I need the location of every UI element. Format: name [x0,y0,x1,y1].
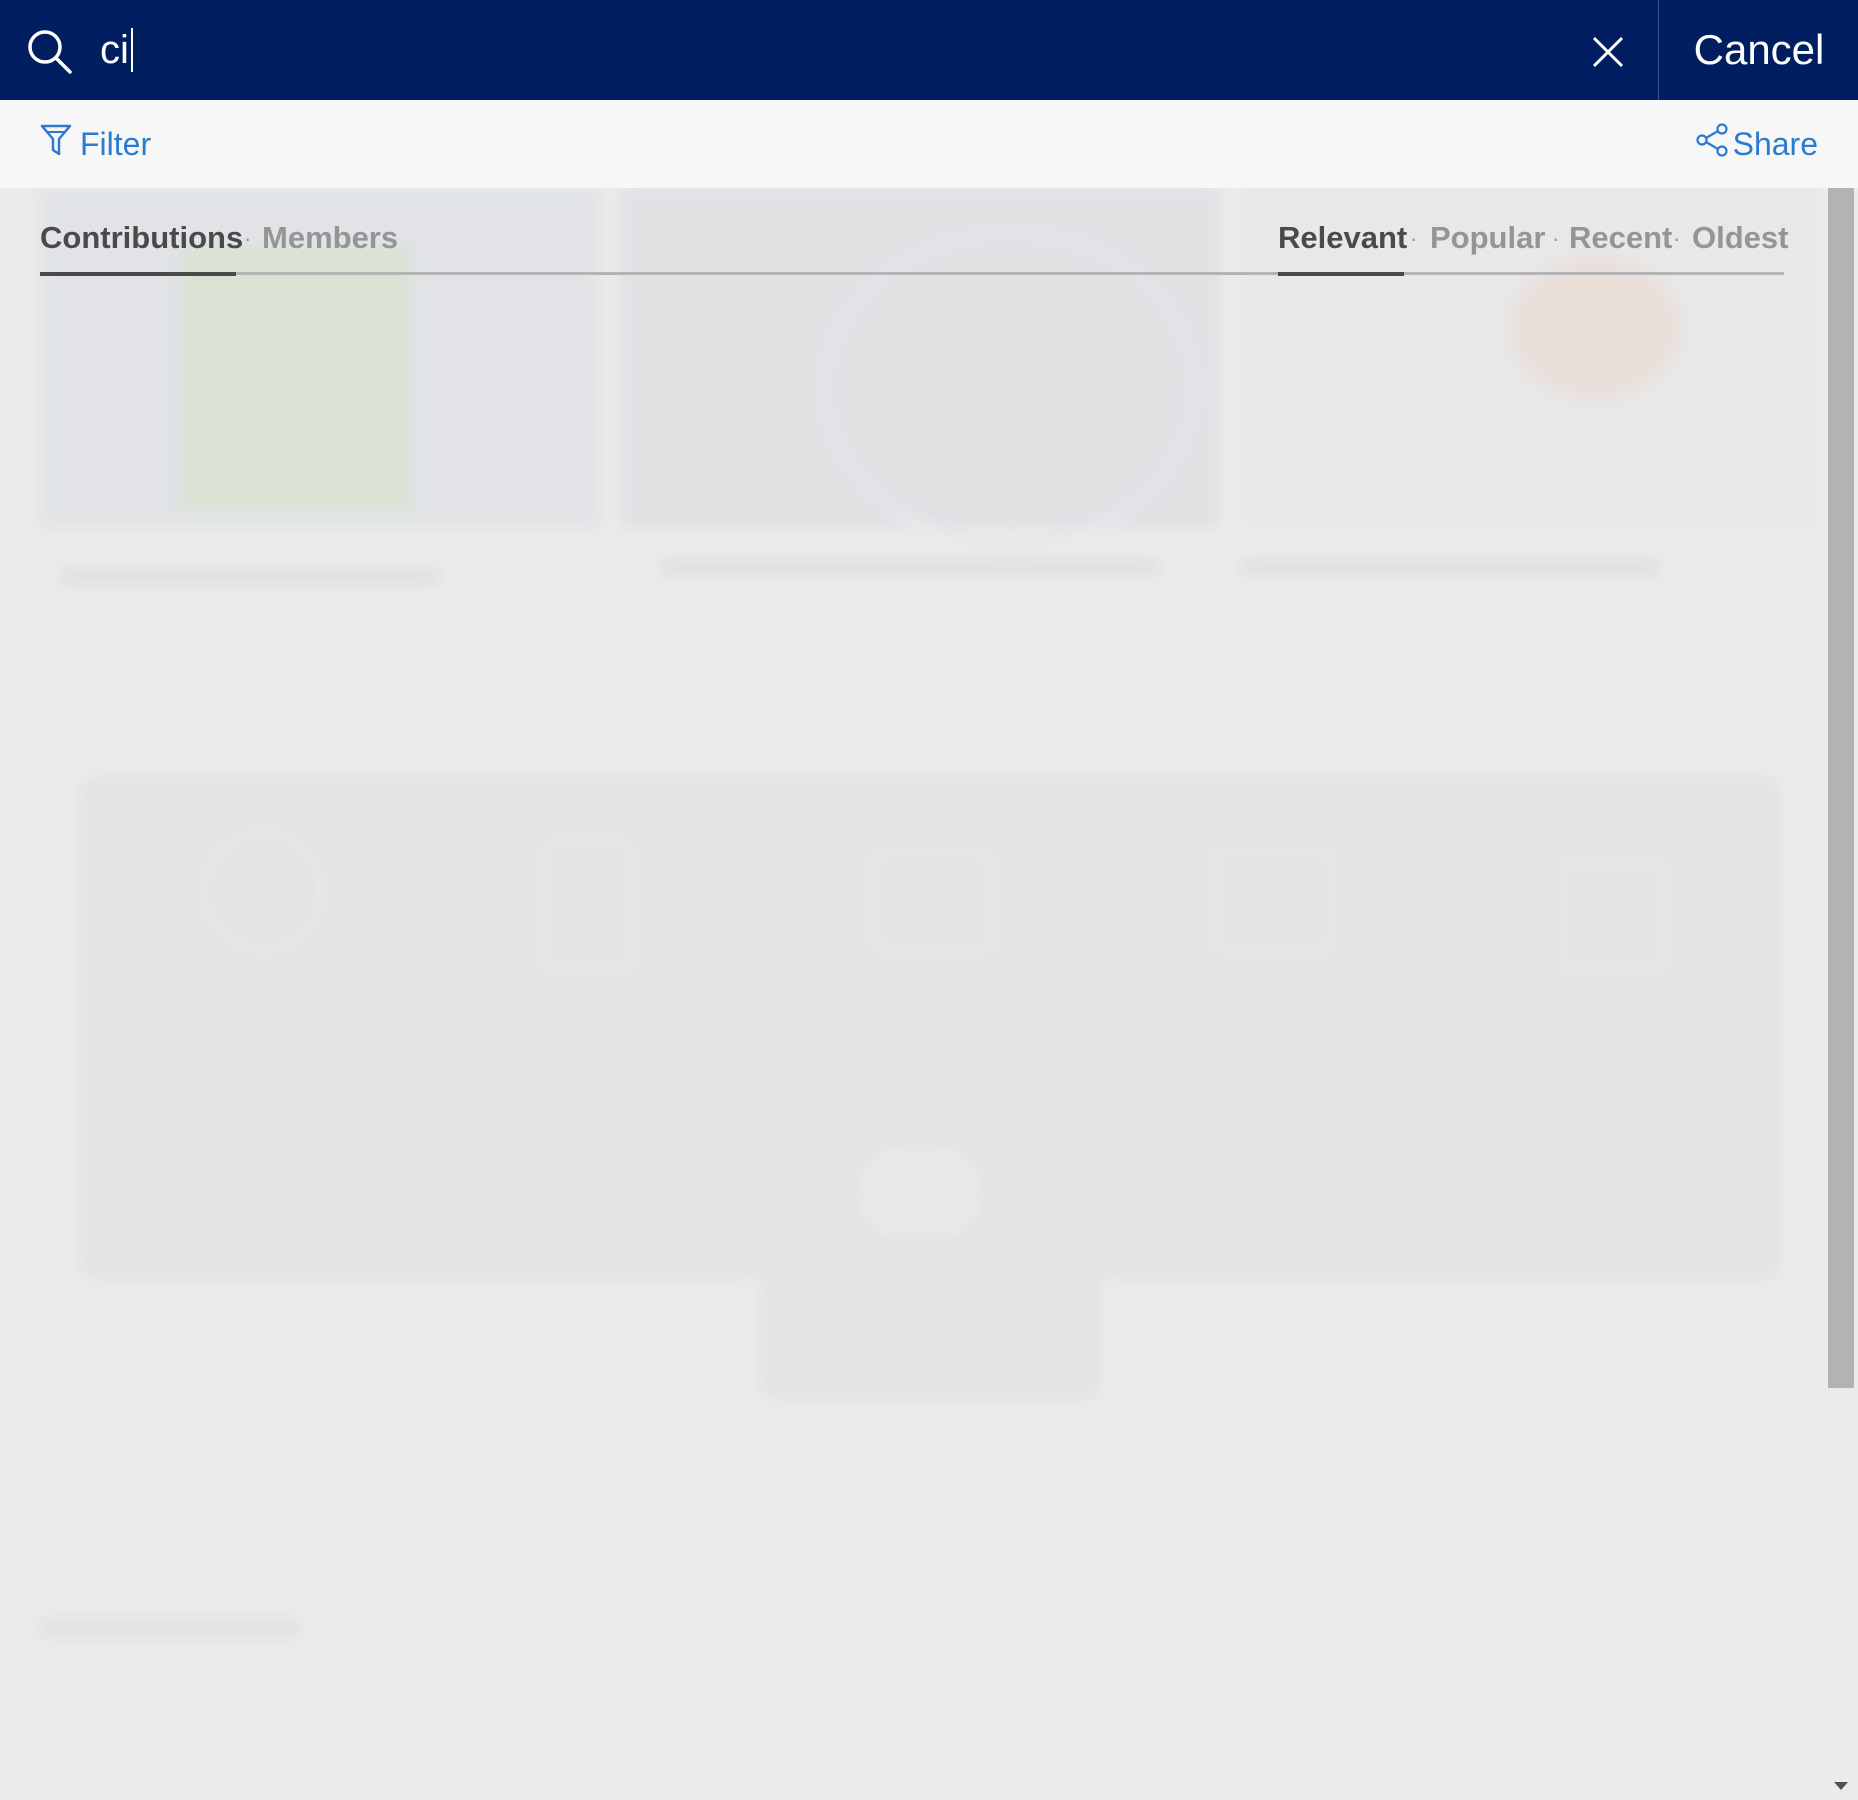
filter-icon [40,123,80,165]
search-input[interactable]: ci [100,22,1550,78]
filter-label: Filter [80,125,152,162]
sort-recent[interactable]: Recent [1569,220,1672,256]
action-bar: Filter Share [0,100,1858,189]
search-query-text: ci [100,27,129,72]
share-icon [1695,123,1733,165]
sort-separator: · [1673,226,1681,251]
scroll-down-arrow-icon[interactable] [1834,1782,1848,1790]
text-caret [130,28,133,72]
active-tab-indicator [40,272,236,276]
sort-relevant[interactable]: Relevant [1278,220,1407,256]
tab-separator: · [244,226,252,251]
active-sort-indicator [1278,272,1404,276]
share-button[interactable]: Share [1695,122,1818,166]
search-icon [26,28,74,76]
blurred-background-page [0,188,1824,1800]
scrollbar-thumb[interactable] [1828,188,1854,1388]
tab-members[interactable]: Members [262,220,398,256]
sort-separator: · [1552,226,1560,251]
sort-popular[interactable]: Popular [1430,220,1545,256]
search-results-overlay: Contributions · Members Relevant · Popul… [0,188,1858,1800]
header-divider [1658,0,1659,100]
tab-contributions[interactable]: Contributions [40,220,243,256]
sort-oldest[interactable]: Oldest [1692,220,1788,256]
sort-separator: · [1410,226,1418,251]
cancel-button[interactable]: Cancel [1660,0,1858,100]
close-icon[interactable] [1590,34,1626,70]
filter-button[interactable]: Filter [40,122,151,166]
share-label: Share [1732,125,1818,162]
search-header: ci Cancel [0,0,1858,100]
vertical-scrollbar[interactable] [1824,188,1858,1800]
tabs-underline [40,272,1784,275]
